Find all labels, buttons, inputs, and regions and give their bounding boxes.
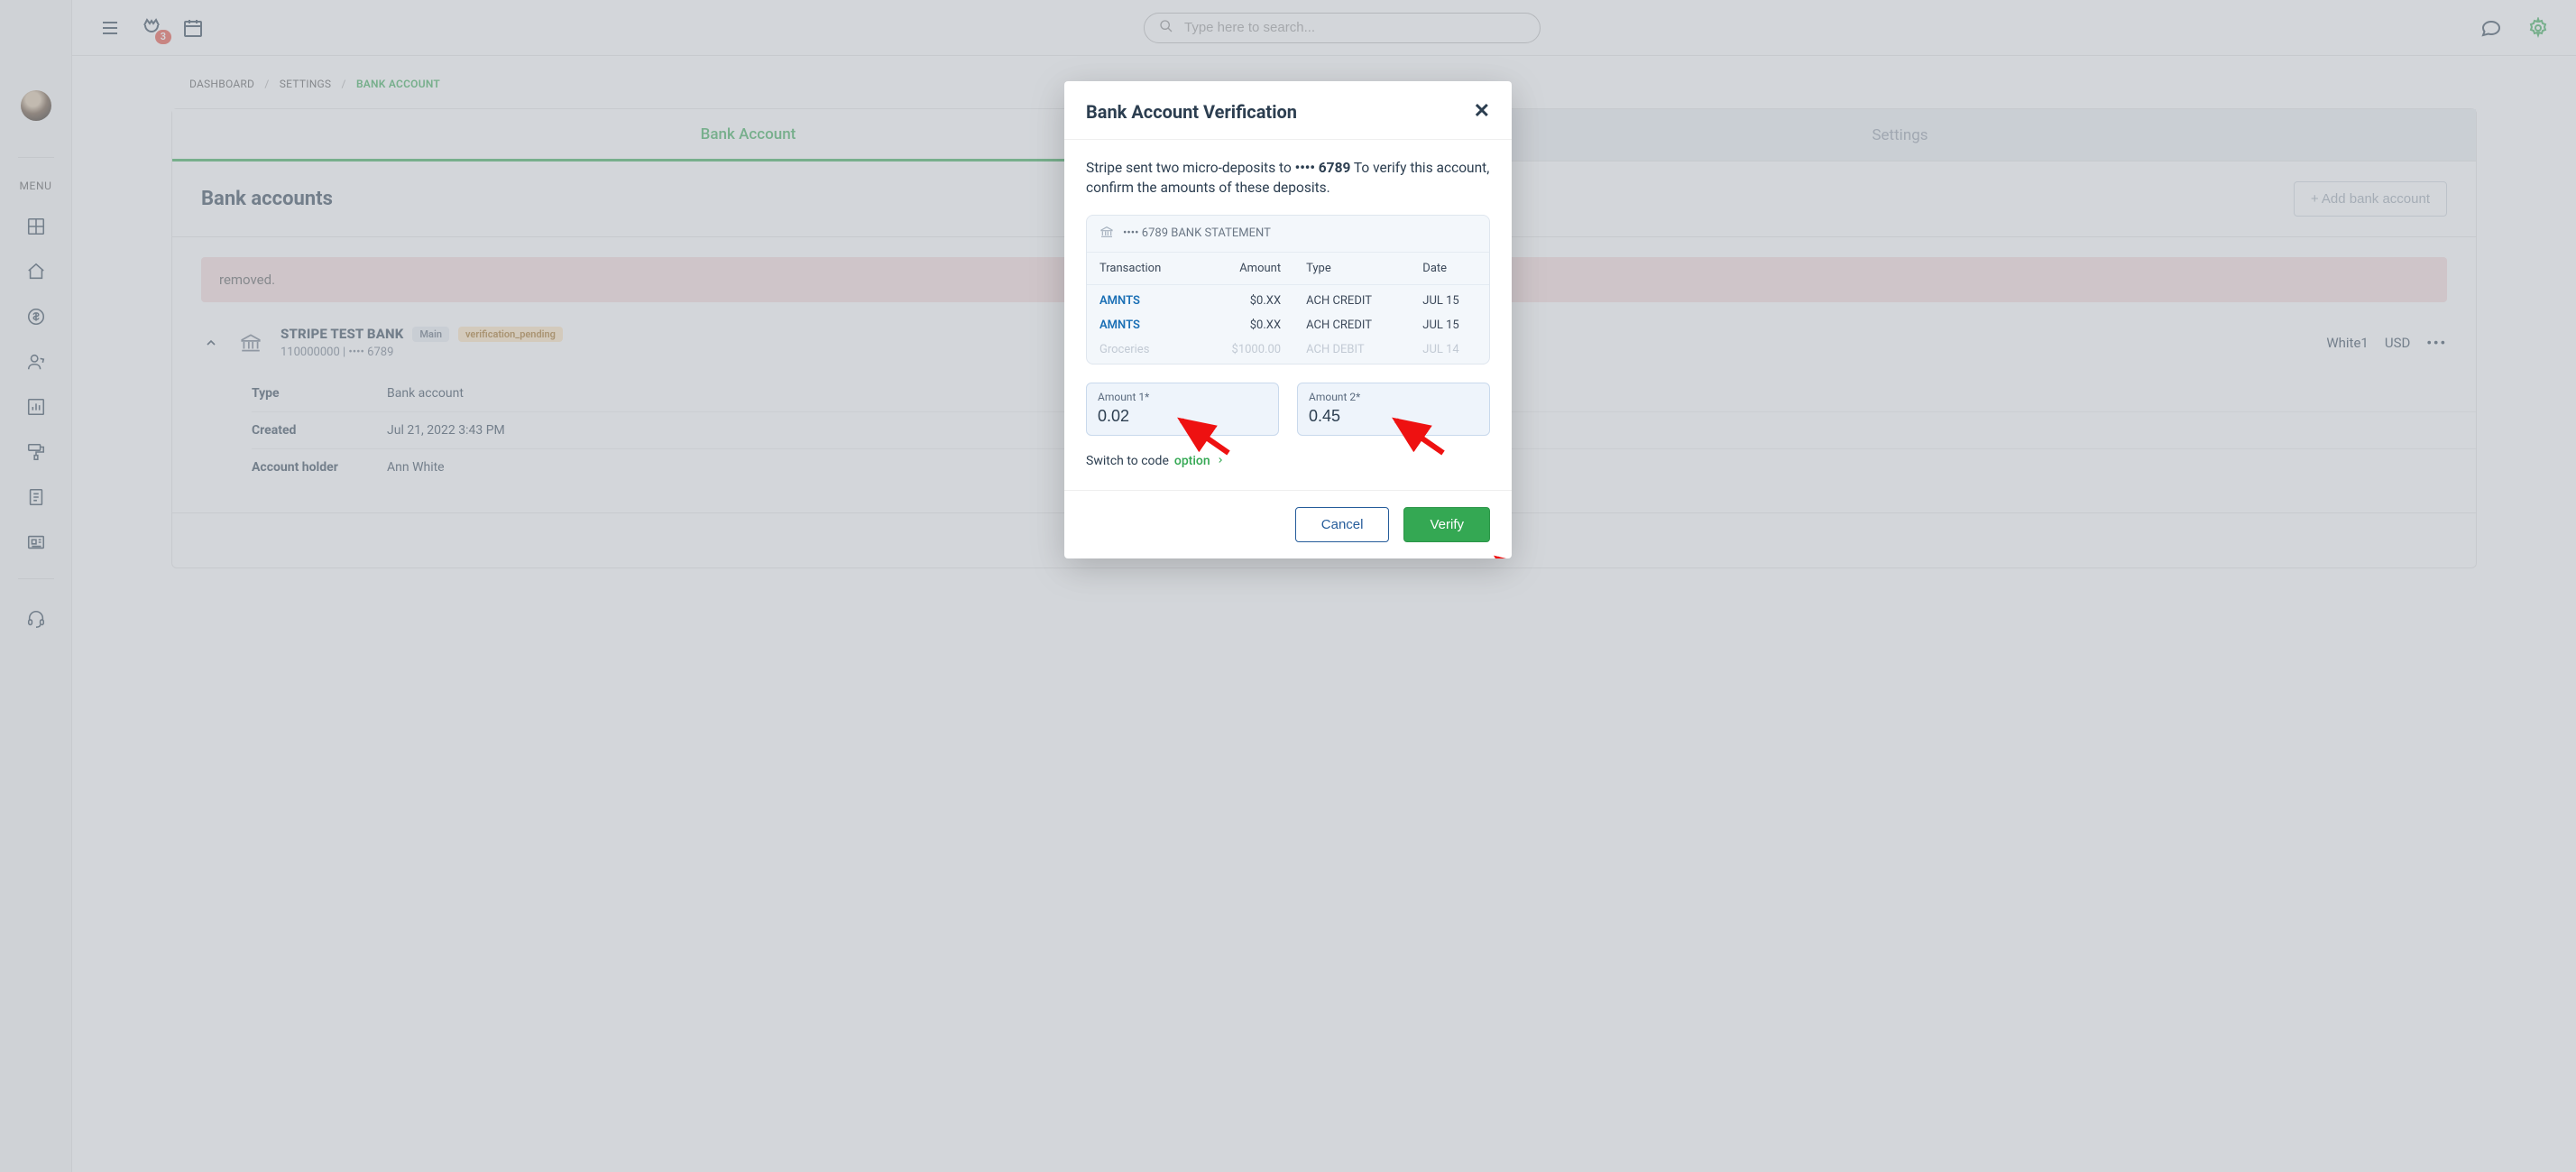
bank-statement-preview: •••• 6789 BANK STATEMENT Transaction Amo… bbox=[1086, 215, 1490, 365]
col-txn: Transaction bbox=[1087, 253, 1198, 285]
table-row: AMNTS$0.XXACH CREDITJUL 15 bbox=[1087, 284, 1489, 313]
switch-to-code-link[interactable]: Switch to code option bbox=[1086, 454, 1490, 468]
table-row: AMNTS$0.XXACH CREDITJUL 15 bbox=[1087, 313, 1489, 337]
verification-modal: Bank Account Verification ✕ Stripe sent … bbox=[1064, 81, 1512, 558]
close-icon[interactable]: ✕ bbox=[1474, 102, 1490, 122]
statement-header: •••• 6789 BANK STATEMENT bbox=[1123, 226, 1271, 240]
amount-1-field[interactable]: Amount 1* bbox=[1086, 383, 1279, 436]
amount-1-input[interactable] bbox=[1098, 407, 1267, 426]
col-type: Type bbox=[1293, 253, 1410, 285]
amount-2-label: Amount 2* bbox=[1309, 391, 1478, 403]
verify-button[interactable]: Verify bbox=[1403, 507, 1490, 542]
col-amount: Amount bbox=[1198, 253, 1293, 285]
modal-overlay: Bank Account Verification ✕ Stripe sent … bbox=[0, 0, 2576, 1172]
amount-2-input[interactable] bbox=[1309, 407, 1478, 426]
cancel-button[interactable]: Cancel bbox=[1295, 507, 1390, 542]
amount-2-field[interactable]: Amount 2* bbox=[1297, 383, 1490, 436]
chevron-right-icon bbox=[1216, 454, 1225, 468]
modal-title: Bank Account Verification bbox=[1086, 101, 1297, 123]
bank-icon bbox=[1099, 225, 1114, 243]
amount-1-label: Amount 1* bbox=[1098, 391, 1267, 403]
table-row: Groceries$1000.00ACH DEBITJUL 14 bbox=[1087, 337, 1489, 364]
modal-body-text: Stripe sent two micro-deposits to •••• 6… bbox=[1086, 158, 1490, 198]
col-date: Date bbox=[1410, 253, 1489, 285]
